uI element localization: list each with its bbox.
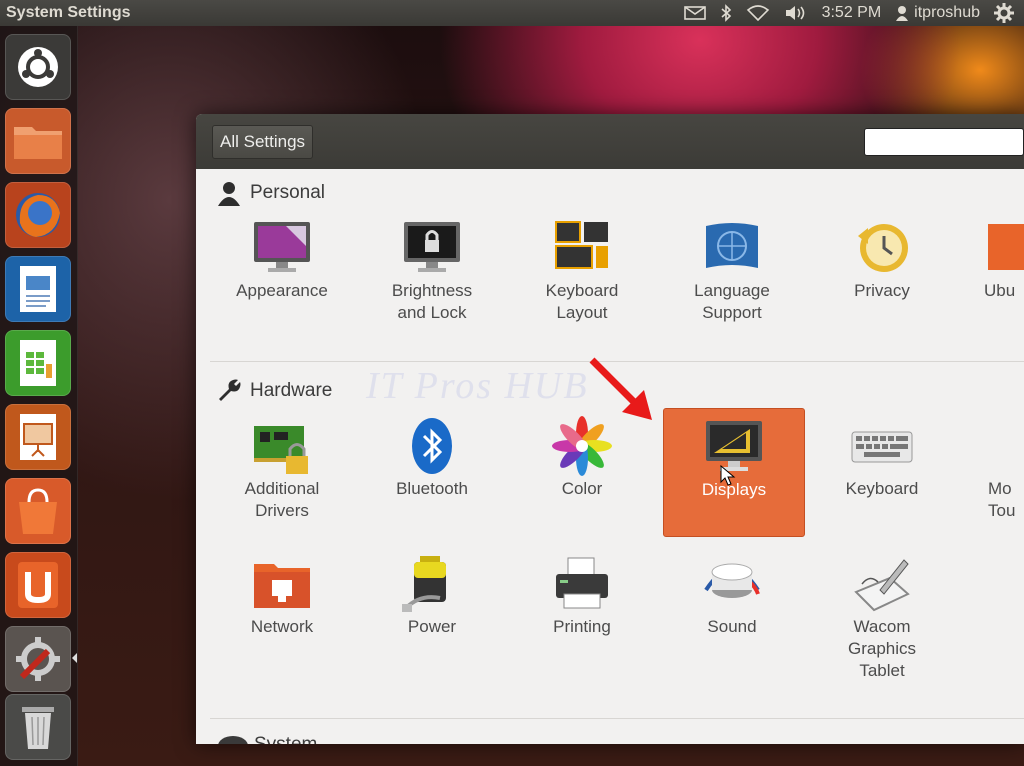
- firefox-icon[interactable]: [5, 182, 71, 248]
- item-privacy[interactable]: Privacy: [812, 218, 952, 302]
- item-label: Language Support: [694, 281, 770, 322]
- ubuntu-one-icon[interactable]: [5, 552, 71, 618]
- language-icon: [706, 223, 758, 268]
- window-title: System Settings: [6, 4, 131, 21]
- item-ubuntu-one[interactable]: Ubu: [962, 218, 1024, 302]
- all-settings-button[interactable]: All Settings: [212, 124, 314, 159]
- user-name: itproshub: [914, 4, 980, 21]
- item-power[interactable]: Power: [362, 554, 502, 638]
- item-mouse-touchpad[interactable]: Mo Tou: [962, 416, 1024, 522]
- item-label: Mo Tou: [988, 479, 1016, 520]
- item-additional-drivers[interactable]: Additional Drivers: [212, 416, 352, 522]
- section-hardware-header: Hardware: [216, 378, 332, 404]
- section-system-title: System: [254, 734, 317, 744]
- item-displays[interactable]: Displays: [663, 408, 805, 537]
- files-icon[interactable]: [5, 108, 71, 174]
- lock-screen-icon: [404, 222, 460, 272]
- section-personal-header: Personal: [216, 180, 325, 206]
- item-label: Printing: [553, 617, 611, 636]
- top-panel: System Settings 3:52 PM itproshub: [0, 0, 1024, 26]
- keyboard-icon: [851, 431, 913, 463]
- item-label: Network: [250, 617, 314, 636]
- item-label: Appearance: [236, 281, 328, 300]
- mouse-cursor-icon: [720, 465, 736, 486]
- item-wacom-tablet[interactable]: Wacom Graphics Tablet: [812, 554, 952, 682]
- mouse-icon: [988, 416, 1024, 476]
- item-label: Keyboard Layout: [545, 281, 619, 322]
- bluetooth-icon: [412, 418, 452, 474]
- item-label: Wacom Graphics Tablet: [847, 617, 917, 680]
- item-brightness-lock[interactable]: Brightness and Lock: [362, 218, 502, 324]
- keyboard-layout-icon: [555, 221, 608, 269]
- software-center-icon[interactable]: [5, 478, 71, 544]
- calc-icon[interactable]: [5, 330, 71, 396]
- system-section-icon: [218, 736, 248, 744]
- section-divider: [210, 718, 1024, 719]
- item-label: Keyboard: [845, 479, 919, 498]
- section-personal-title: Personal: [250, 182, 325, 203]
- ubuntu-dash-icon[interactable]: [5, 34, 71, 100]
- item-appearance[interactable]: Appearance: [212, 218, 352, 302]
- mail-icon[interactable]: [683, 5, 706, 21]
- item-keyboard[interactable]: Keyboard: [812, 416, 952, 500]
- search-input[interactable]: [864, 128, 1024, 156]
- watermark: IT Pros HUB: [366, 365, 589, 407]
- privacy-icon: [858, 224, 908, 272]
- drivers-icon: [254, 426, 308, 474]
- item-label: Color: [561, 479, 603, 498]
- system-settings-window: All Settings IT Pros HUB Personal Appear…: [196, 114, 1024, 744]
- item-label: Bluetooth: [396, 479, 468, 498]
- network-icon: [254, 564, 310, 608]
- item-bluetooth[interactable]: Bluetooth: [362, 416, 502, 500]
- item-label: Sound: [707, 617, 757, 636]
- trash-icon[interactable]: [5, 694, 71, 760]
- section-hardware-title: Hardware: [250, 380, 333, 401]
- user-icon: [896, 6, 909, 21]
- clock[interactable]: 3:52 PM: [822, 4, 882, 22]
- system-settings-icon[interactable]: [5, 626, 71, 692]
- launcher: [0, 26, 78, 766]
- impress-icon[interactable]: [5, 404, 71, 470]
- bluetooth-icon[interactable]: [720, 4, 732, 22]
- appearance-icon: [254, 222, 310, 272]
- item-label: Additional Drivers: [244, 479, 320, 520]
- item-network[interactable]: Network: [212, 554, 352, 638]
- gear-icon[interactable]: [994, 3, 1014, 23]
- item-label: Privacy: [854, 281, 910, 300]
- writer-icon[interactable]: [5, 256, 71, 322]
- printer-icon: [556, 557, 608, 609]
- item-language-support[interactable]: Language Support: [662, 218, 802, 324]
- item-label: Ubu: [984, 281, 1016, 300]
- item-label: Brightness and Lock: [391, 281, 473, 322]
- volume-icon[interactable]: [784, 5, 808, 21]
- item-printing[interactable]: Printing: [512, 554, 652, 638]
- item-label: Power: [407, 617, 457, 636]
- sound-icon: [704, 563, 760, 598]
- user-menu[interactable]: itproshub: [895, 4, 980, 22]
- battery-icon: [402, 556, 446, 612]
- item-sound[interactable]: Sound: [662, 554, 802, 638]
- wifi-icon[interactable]: [746, 5, 770, 21]
- person-icon: [218, 182, 240, 206]
- red-arrow-annotation: [589, 357, 652, 420]
- tablet-icon: [854, 559, 910, 612]
- wrench-icon: [219, 379, 241, 401]
- item-keyboard-layout[interactable]: Keyboard Layout: [512, 218, 652, 324]
- active-app-indicator: [72, 653, 77, 663]
- ubuntu-one-icon: [988, 224, 1024, 270]
- toolbar: All Settings: [196, 114, 1024, 169]
